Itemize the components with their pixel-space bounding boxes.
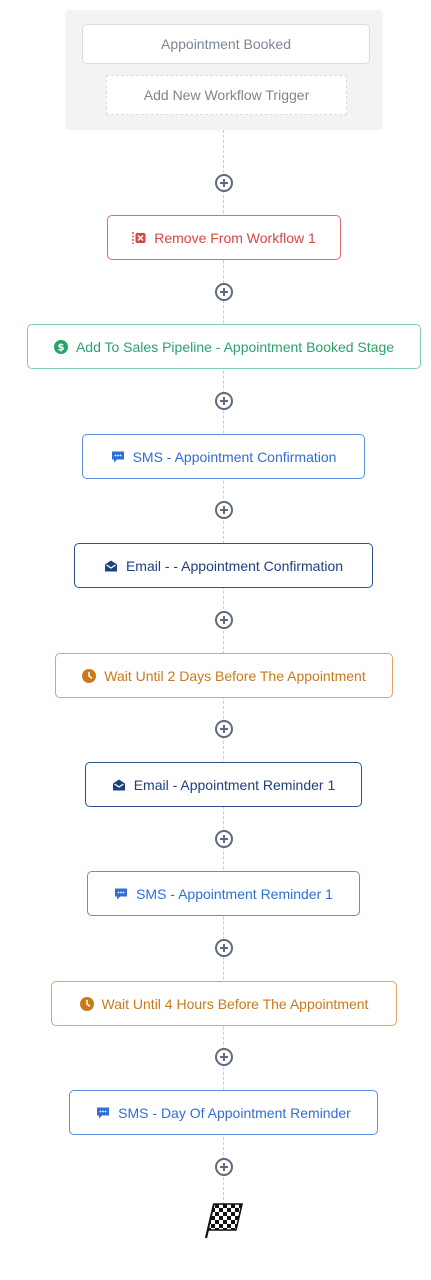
add-action-icon[interactable]	[215, 939, 233, 957]
add-workflow-trigger-button[interactable]: Add New Workflow Trigger	[106, 75, 347, 115]
step-email-appointment-reminder-1[interactable]: Email - Appointment Reminder 1	[85, 762, 362, 807]
step-label: Email - Appointment Reminder 1	[133, 776, 336, 793]
checkered-flag-icon	[203, 1200, 245, 1240]
step-remove-from-workflow[interactable]: Remove From Workflow 1	[107, 215, 341, 260]
trigger-appointment-booked[interactable]: Appointment Booked	[82, 24, 370, 64]
workflow-canvas: Appointment Booked Add New Workflow Trig…	[0, 0, 431, 1280]
sms-icon	[114, 887, 128, 901]
step-sms-day-of-appointment-reminder[interactable]: SMS - Day Of Appointment Reminder	[69, 1090, 378, 1135]
add-action-icon[interactable]	[215, 174, 233, 192]
sms-icon	[111, 450, 125, 464]
dollar-icon: $	[53, 339, 68, 354]
step-sms-appointment-confirmation[interactable]: SMS - Appointment Confirmation	[82, 434, 365, 479]
add-action-icon[interactable]	[215, 720, 233, 738]
step-label: SMS - Day Of Appointment Reminder	[118, 1104, 351, 1121]
email-icon	[112, 778, 126, 792]
add-action-icon[interactable]	[215, 1048, 233, 1066]
svg-text:$: $	[57, 342, 64, 353]
add-action-icon[interactable]	[215, 501, 233, 519]
add-action-icon[interactable]	[215, 283, 233, 301]
step-sms-appointment-reminder-1[interactable]: SMS - Appointment Reminder 1	[87, 871, 360, 916]
step-label: Remove From Workflow 1	[154, 229, 316, 246]
add-action-icon[interactable]	[215, 830, 233, 848]
step-label: Wait Until 4 Hours Before The Appointmen…	[101, 995, 369, 1012]
sms-icon	[96, 1106, 110, 1120]
clock-icon	[79, 996, 94, 1011]
email-icon	[104, 559, 118, 573]
step-label: Add To Sales Pipeline - Appointment Book…	[75, 338, 395, 355]
step-label: SMS - Appointment Confirmation	[132, 448, 337, 465]
step-label: SMS - Appointment Reminder 1	[136, 885, 333, 902]
step-label: Wait Until 2 Days Before The Appointment	[104, 667, 366, 684]
step-label: Email - - Appointment Confirmation	[125, 557, 344, 574]
remove-workflow-icon	[132, 231, 146, 245]
clock-icon	[82, 668, 97, 683]
add-action-icon[interactable]	[215, 392, 233, 410]
step-wait-4-hours[interactable]: Wait Until 4 Hours Before The Appointmen…	[51, 981, 397, 1026]
step-add-to-sales-pipeline[interactable]: $ Add To Sales Pipeline - Appointment Bo…	[27, 324, 421, 369]
add-action-icon[interactable]	[215, 1158, 233, 1176]
trigger-panel: Appointment Booked Add New Workflow Trig…	[65, 10, 383, 130]
add-action-icon[interactable]	[215, 611, 233, 629]
step-wait-2-days[interactable]: Wait Until 2 Days Before The Appointment	[55, 653, 393, 698]
step-email-appointment-confirmation[interactable]: Email - - Appointment Confirmation	[74, 543, 373, 588]
